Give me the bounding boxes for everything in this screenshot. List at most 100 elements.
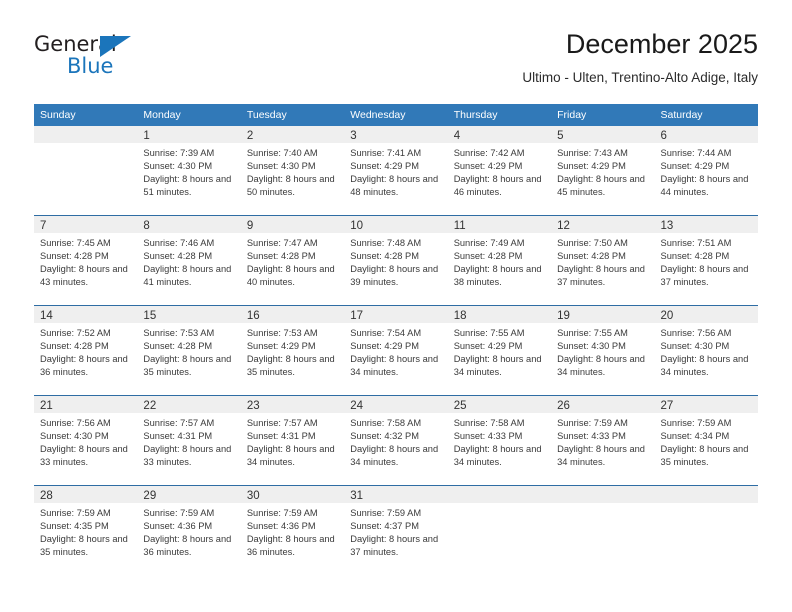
calendar-day-cell[interactable]: 19 Sunrise: 7:55 AM Sunset: 4:30 PM Dayligh… xyxy=(551,306,655,395)
day-info: Sunrise: 7:59 AM Sunset: 4:36 PM Daylight:… xyxy=(137,503,240,559)
day-number: 25 xyxy=(453,400,467,412)
day-info: Sunrise: 7:51 AM Sunset: 4:28 PM Daylight:… xyxy=(655,233,758,289)
sunset-text: Sunset: 4:30 PM xyxy=(246,161,316,172)
brand-logo[interactable]: General Blue xyxy=(34,32,154,84)
day-info: Sunrise: 7:45 AM Sunset: 4:28 PM Daylight:… xyxy=(34,233,137,289)
day-number: 10 xyxy=(350,220,364,232)
sunset-text: Sunset: 4:35 PM xyxy=(40,521,109,532)
day-number: 26 xyxy=(557,400,570,412)
calendar-day-cell[interactable]: 18 Sunrise: 7:55 AM Sunset: 4:29 PM Dayligh… xyxy=(447,306,552,395)
calendar-grid: Sunday Monday Tuesday Wednesday Thursday Frid… xyxy=(34,104,758,575)
calendar-day-cell[interactable]: 26 Sunrise: 7:59 AM Sunset: 4:33 PM Dayligh… xyxy=(551,396,655,485)
calendar-day-cell[interactable]: 7 Sunrise: 7:45 AM Sunset: 4:28 PM Daylight… xyxy=(34,216,138,305)
daylight-text: Daylight: 8 hours and 35 minutes. xyxy=(246,354,335,378)
day-number: 31 xyxy=(350,490,364,502)
logo-text-blue: Blue xyxy=(67,54,114,78)
day-number: 22 xyxy=(143,400,157,412)
day-number: 23 xyxy=(246,400,260,412)
calendar-day-cell[interactable]: 2 Sunrise: 7:40 AM Sunset: 4:30 PM Daylight… xyxy=(240,126,345,215)
calendar-day-cell[interactable]: 21 Sunrise: 7:56 AM Sunset: 4:30 PM Dayligh… xyxy=(34,396,138,485)
daylight-text: Daylight: 8 hours and 34 minutes. xyxy=(350,354,439,378)
sunrise-text: Sunrise: 7:54 AM xyxy=(350,328,422,338)
calendar-day-cell[interactable]: 22 Sunrise: 7:57 AM Sunset: 4:31 PM Dayligh… xyxy=(137,396,241,485)
day-info: Sunrise: 7:59 AM Sunset: 4:35 PM Daylight:… xyxy=(34,503,137,559)
calendar-day-cell[interactable]: 31 Sunrise: 7:59 AM Sunset: 4:37 PM Dayligh… xyxy=(344,486,448,575)
day-number: 14 xyxy=(40,310,53,322)
calendar-day-cell[interactable]: 14 Sunrise: 7:52 AM Sunset: 4:28 PM Dayligh… xyxy=(34,306,138,395)
calendar-day-cell[interactable]: 27 Sunrise: 7:59 AM Sunset: 4:34 PM Dayligh… xyxy=(654,396,758,485)
day-number-band: 22 xyxy=(137,396,241,413)
daylight-text: Daylight: 8 hours and 41 minutes. xyxy=(143,264,232,288)
calendar-day-cell[interactable]: 25 Sunrise: 7:58 AM Sunset: 4:33 PM Dayligh… xyxy=(447,396,552,485)
calendar-day-cell[interactable]: 20 Sunrise: 7:56 AM Sunset: 4:30 PM Dayligh… xyxy=(654,306,758,395)
calendar-page: General Blue December 2025 Ultimo - Ulte… xyxy=(0,0,792,612)
calendar-day-cell[interactable]: 10 Sunrise: 7:48 AM Sunset: 4:28 PM Dayligh… xyxy=(344,216,448,305)
sunrise-text: Sunrise: 7:58 AM xyxy=(453,418,525,428)
day-number-band: 27 xyxy=(654,396,758,413)
day-number: 4 xyxy=(453,130,461,142)
calendar-day-cell[interactable]: 1 Sunrise: 7:39 AM Sunset: 4:30 PM Daylight… xyxy=(137,126,241,215)
calendar-day-cell[interactable]: 17 Sunrise: 7:54 AM Sunset: 4:29 PM Dayligh… xyxy=(344,306,448,395)
day-number-band: 13 xyxy=(654,216,758,233)
daylight-text: Daylight: 8 hours and 37 minutes. xyxy=(557,264,645,288)
sunrise-text: Sunrise: 7:56 AM xyxy=(40,418,111,428)
day-number-band: 11 xyxy=(447,216,552,233)
day-number: 20 xyxy=(660,310,674,322)
calendar-day-cell[interactable]: 30 Sunrise: 7:59 AM Sunset: 4:36 PM Dayligh… xyxy=(240,486,345,575)
day-number: 3 xyxy=(350,130,357,142)
daylight-text: Daylight: 8 hours and 33 minutes. xyxy=(40,444,128,468)
day-number-band: 6 xyxy=(654,126,758,143)
daylight-text: Daylight: 8 hours and 50 minutes. xyxy=(246,174,335,198)
daylight-text: Daylight: 8 hours and 34 minutes. xyxy=(246,444,335,468)
page-subtitle: Ultimo - Ulten, Trentino-Alto Adige, Ita… xyxy=(522,70,758,85)
calendar-day-cell[interactable]: 6 Sunrise: 7:44 AM Sunset: 4:29 PM Daylight… xyxy=(654,126,758,215)
calendar-day-cell[interactable]: 29 Sunrise: 7:59 AM Sunset: 4:36 PM Dayligh… xyxy=(137,486,241,575)
day-number-band: 31 xyxy=(344,486,448,503)
sunset-text: Sunset: 4:30 PM xyxy=(40,431,109,442)
sunrise-text: Sunrise: 7:55 AM xyxy=(453,328,525,338)
title-block: December 2025 Ultimo - Ulten, Trentino-A… xyxy=(522,28,758,86)
sunset-text: Sunset: 4:31 PM xyxy=(246,431,316,442)
sunset-text: Sunset: 4:29 PM xyxy=(557,161,626,172)
sunset-text: Sunset: 4:29 PM xyxy=(453,341,523,352)
calendar-day-cell[interactable]: 28 Sunrise: 7:59 AM Sunset: 4:35 PM Dayligh… xyxy=(34,486,138,575)
calendar-day-cell[interactable]: 5 Sunrise: 7:43 AM Sunset: 4:29 PM Daylight… xyxy=(551,126,655,215)
sunset-text: Sunset: 4:33 PM xyxy=(453,431,523,442)
calendar-day-cell[interactable]: 13 Sunrise: 7:51 AM Sunset: 4:28 PM Dayligh… xyxy=(654,216,758,305)
sunset-text: Sunset: 4:36 PM xyxy=(246,521,316,532)
calendar-day-cell[interactable]: 15 Sunrise: 7:53 AM Sunset: 4:28 PM Dayligh… xyxy=(137,306,241,395)
daylight-text: Daylight: 8 hours and 34 minutes. xyxy=(557,354,645,378)
day-number-band xyxy=(447,486,552,503)
calendar-day-cell[interactable]: 24 Sunrise: 7:58 AM Sunset: 4:32 PM Dayligh… xyxy=(344,396,448,485)
day-number-band: 14 xyxy=(34,306,138,323)
sunrise-text: Sunrise: 7:46 AM xyxy=(143,238,215,248)
sunrise-text: Sunrise: 7:59 AM xyxy=(557,418,628,428)
day-info: Sunrise: 7:40 AM Sunset: 4:30 PM Daylight:… xyxy=(241,143,344,199)
daylight-text: Daylight: 8 hours and 43 minutes. xyxy=(40,264,128,288)
day-number-band: 3 xyxy=(344,126,448,143)
calendar-day-cell[interactable]: 23 Sunrise: 7:57 AM Sunset: 4:31 PM Dayligh… xyxy=(240,396,345,485)
calendar-day-cell[interactable]: 16 Sunrise: 7:53 AM Sunset: 4:29 PM Dayligh… xyxy=(240,306,345,395)
calendar-day-cell[interactable]: 9 Sunrise: 7:47 AM Sunset: 4:28 PM Daylight… xyxy=(240,216,345,305)
sunrise-text: Sunrise: 7:58 AM xyxy=(350,418,422,428)
sunset-text: Sunset: 4:31 PM xyxy=(143,431,213,442)
day-number-band: 19 xyxy=(551,306,655,323)
day-number: 11 xyxy=(453,220,466,232)
calendar-day-cell[interactable]: 4 Sunrise: 7:42 AM Sunset: 4:29 PM Daylight… xyxy=(447,126,552,215)
calendar-day-cell[interactable]: 8 Sunrise: 7:46 AM Sunset: 4:28 PM Daylight… xyxy=(137,216,241,305)
calendar-day-cell[interactable]: 11 Sunrise: 7:49 AM Sunset: 4:28 PM Dayligh… xyxy=(447,216,552,305)
day-number: 24 xyxy=(350,400,364,412)
sunrise-text: Sunrise: 7:48 AM xyxy=(350,238,422,248)
sunset-text: Sunset: 4:36 PM xyxy=(143,521,213,532)
day-info: Sunrise: 7:59 AM Sunset: 4:37 PM Daylight:… xyxy=(344,503,447,559)
calendar-day-cell[interactable]: 3 Sunrise: 7:41 AM Sunset: 4:29 PM Daylight… xyxy=(344,126,448,215)
daylight-text: Daylight: 8 hours and 39 minutes. xyxy=(350,264,439,288)
daylight-text: Daylight: 8 hours and 34 minutes. xyxy=(660,354,749,378)
sunrise-text: Sunrise: 7:59 AM xyxy=(660,418,732,428)
day-info: Sunrise: 7:39 AM Sunset: 4:30 PM Daylight:… xyxy=(137,143,240,199)
calendar-day-cell[interactable]: 12 Sunrise: 7:50 AM Sunset: 4:28 PM Dayligh… xyxy=(551,216,655,305)
daylight-text: Daylight: 8 hours and 34 minutes. xyxy=(557,444,645,468)
day-number-band: 4 xyxy=(447,126,552,143)
day-number-band: 15 xyxy=(137,306,241,323)
day-number: 16 xyxy=(246,310,260,322)
